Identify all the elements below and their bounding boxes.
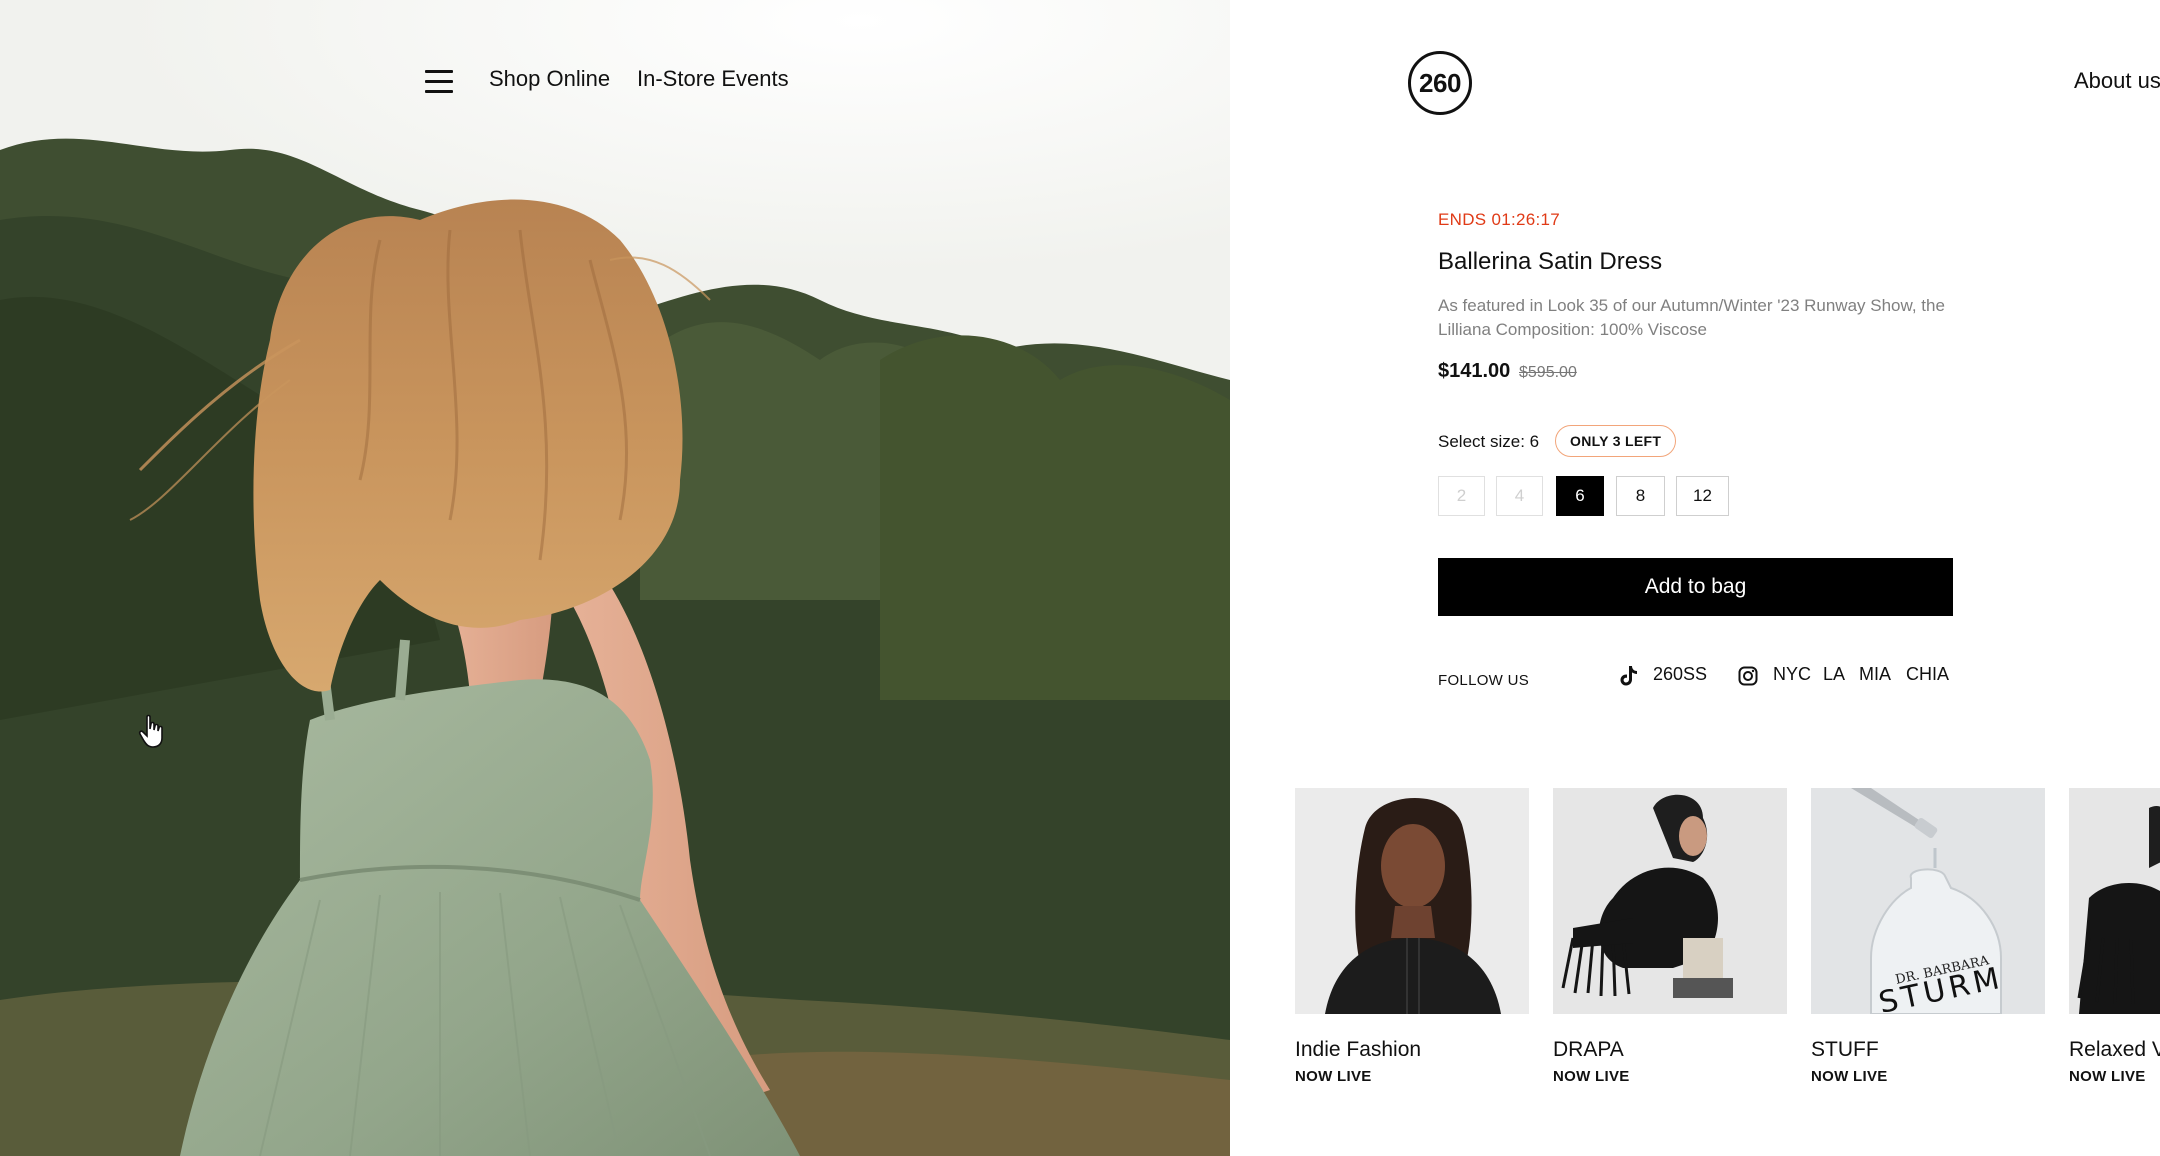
size-label: Select size: 6 [1438, 432, 1540, 451]
card-title: Indie Fashion [1295, 1038, 1422, 1061]
card-title: Relaxed V [2069, 1038, 2160, 1061]
brand-logo[interactable]: 260 [1408, 51, 1472, 115]
follow-us-label: FOLLOW US [1438, 672, 1530, 689]
hero-image [0, 0, 1230, 1156]
collection-card[interactable]: Relaxed V NOW LIVE [2069, 788, 2160, 1085]
original-price: $595.00 [1519, 364, 1577, 381]
product-description: As featured in Look 35 of our Autumn/Win… [1438, 296, 1945, 339]
collection-card[interactable]: DRAPA NOW LIVE [1553, 788, 1787, 1085]
city-link-nyc[interactable]: NYC [1773, 664, 1811, 685]
tiktok-handle[interactable]: 260SS [1653, 664, 1707, 685]
city-link-mia[interactable]: MIA [1859, 664, 1891, 685]
instagram-icon[interactable] [1738, 666, 1758, 686]
hamburger-menu-icon[interactable] [425, 68, 455, 94]
sale-price: $141.00 [1438, 360, 1511, 382]
card-title: DRAPA [1553, 1038, 1624, 1061]
collection-card[interactable]: Indie Fashion NOW LIVE [1295, 788, 1529, 1085]
hero-photo-woman-in-green-dress [0, 0, 1230, 1156]
tiktok-icon[interactable] [1619, 665, 1639, 687]
size-option-8[interactable]: 8 [1616, 476, 1665, 516]
card-image-fringe-partial [2069, 788, 2160, 1014]
size-option-6[interactable]: 6 [1556, 476, 1604, 516]
product-title: Ballerina Satin Dress [1438, 248, 1663, 275]
city-link-chia[interactable]: CHIA [1906, 664, 1949, 685]
size-option-4[interactable]: 4 [1496, 476, 1543, 516]
city-link-la[interactable]: LA [1823, 664, 1845, 685]
card-status: NOW LIVE [1295, 1068, 1372, 1085]
card-status: NOW LIVE [2069, 1068, 2146, 1085]
nav-shop-online[interactable]: Shop Online [489, 66, 610, 92]
sale-countdown: ENDS 01:26:17 [1438, 210, 1561, 229]
card-status: NOW LIVE [1811, 1068, 1888, 1085]
stock-badge: ONLY 3 LEFT [1555, 425, 1677, 457]
hand-cursor-icon [138, 714, 163, 748]
card-image-fringe-jacket [1553, 788, 1787, 1014]
size-option-2[interactable]: 2 [1438, 476, 1485, 516]
collection-card[interactable]: DR. BARBARA STURM STUFF NOW LIVE [1811, 788, 2045, 1085]
card-image-portrait [1295, 788, 1529, 1014]
nav-in-store-events[interactable]: In-Store Events [637, 66, 789, 92]
nav-about-us[interactable]: About us [2074, 68, 2160, 94]
card-image-serum-bottle: DR. BARBARA STURM [1811, 788, 2045, 1014]
card-title: STUFF [1811, 1038, 1879, 1061]
size-option-12[interactable]: 12 [1676, 476, 1729, 516]
add-to-bag-button[interactable]: Add to bag [1438, 558, 1953, 616]
card-status: NOW LIVE [1553, 1068, 1630, 1085]
